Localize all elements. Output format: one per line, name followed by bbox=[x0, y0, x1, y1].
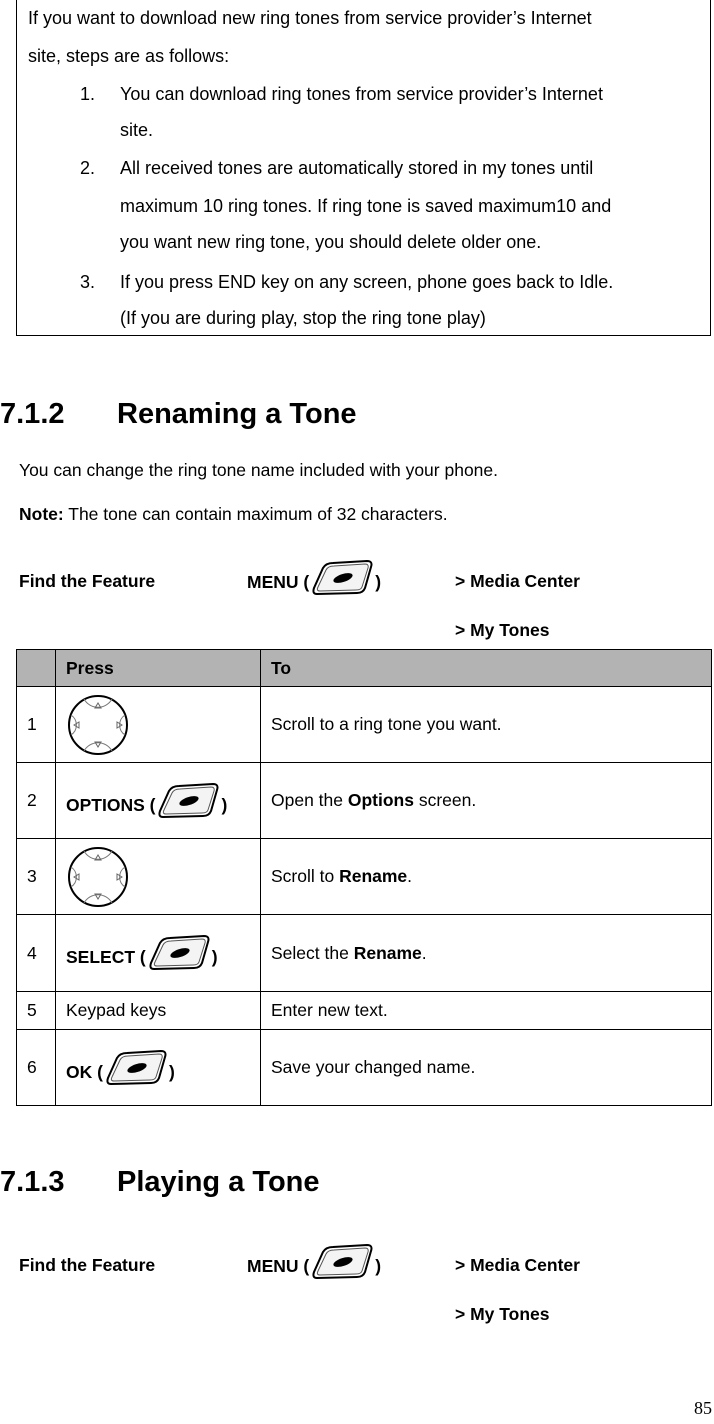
step-number: 3 bbox=[16, 838, 56, 915]
menu-close: ) bbox=[375, 572, 382, 592]
press-text: OPTIONS ( bbox=[66, 794, 156, 815]
navigation-key-icon bbox=[66, 693, 130, 757]
intro-step-2-line-2: maximum 10 ring tones. If ring tone is s… bbox=[120, 196, 612, 216]
table-row: 2 OPTIONS () Open the Options screen. bbox=[16, 762, 712, 839]
rename-steps-table: Press To 1 Scroll to a ring tone you wan… bbox=[16, 649, 712, 1106]
header-press: Press bbox=[55, 649, 261, 687]
menu-label: MENU ( bbox=[247, 572, 310, 592]
note-label: Note: bbox=[19, 504, 64, 524]
section-heading-playing: 7.1.3 Playing a Tone bbox=[0, 1166, 320, 1199]
to-text: Save your changed name. bbox=[271, 1057, 476, 1077]
table-row: 4 SELECT () Select the Rename. bbox=[16, 914, 712, 992]
step-number: 1 bbox=[16, 686, 56, 763]
table-row: 5 Keypad keys Enter new text. bbox=[16, 991, 712, 1030]
intro-step-3-line-2: (If you are during play, stop the ring t… bbox=[120, 308, 486, 328]
soft-key-icon bbox=[146, 935, 212, 971]
intro-line-1: If you want to download new ring tones f… bbox=[28, 8, 592, 28]
press-text: OK ( bbox=[66, 1061, 103, 1082]
section-heading-renaming: 7.1.2 Renaming a Tone bbox=[0, 398, 357, 431]
press-close: ) bbox=[221, 794, 228, 815]
menu-key-instruction: MENU () bbox=[247, 560, 381, 596]
soft-key-icon bbox=[309, 560, 375, 596]
intro-step-2-number: 2. bbox=[80, 158, 96, 178]
soft-key-icon bbox=[103, 1050, 169, 1086]
menu-path-my-tones: > My Tones bbox=[455, 620, 550, 640]
to-cell: Scroll to Rename. bbox=[260, 838, 712, 915]
press-cell: OK () bbox=[55, 1029, 261, 1106]
intro-line-2: site, steps are as follows: bbox=[28, 46, 230, 66]
table-row: 6 OK () Save your changed name. bbox=[16, 1029, 712, 1106]
to-cell: Open the Options screen. bbox=[260, 762, 712, 839]
to-text: Open the bbox=[271, 790, 348, 810]
intro-step-2-line-3: you want new ring tone, you should delet… bbox=[120, 232, 542, 252]
to-text: Scroll to bbox=[271, 866, 340, 886]
to-text: Select the bbox=[271, 942, 354, 963]
menu-path-my-tones: > My Tones bbox=[455, 1304, 550, 1324]
to-text: Enter new text. bbox=[271, 1000, 388, 1020]
table-header-row: Press To bbox=[16, 649, 712, 687]
find-feature-label: Find the Feature bbox=[19, 1255, 156, 1275]
to-bold-text: Options bbox=[347, 790, 414, 810]
find-feature-label: Find the Feature bbox=[19, 571, 156, 591]
section-description: You can change the ring tone name includ… bbox=[19, 460, 499, 480]
section-title: Renaming a Tone bbox=[117, 398, 357, 430]
to-bold-text: Rename bbox=[353, 942, 422, 963]
to-text-end: . bbox=[421, 942, 427, 963]
to-cell: Scroll to a ring tone you want. bbox=[260, 686, 712, 763]
to-text-end: . bbox=[407, 866, 413, 886]
press-cell: OPTIONS () bbox=[55, 762, 261, 839]
press-cell: Keypad keys bbox=[55, 991, 261, 1030]
press-close: ) bbox=[168, 1061, 175, 1082]
section-number: 7.1.3 bbox=[0, 1166, 65, 1198]
intro-step-1-line-2: site. bbox=[120, 120, 154, 140]
note-body: The tone can contain maximum of 32 chara… bbox=[63, 504, 448, 524]
press-cell: SELECT () bbox=[55, 914, 261, 992]
menu-path-media-center: > Media Center bbox=[455, 1255, 580, 1275]
navigation-key-icon bbox=[66, 845, 130, 909]
to-cell: Select the Rename. bbox=[260, 914, 712, 992]
step-number: 4 bbox=[16, 914, 56, 992]
intro-step-3-number: 3. bbox=[80, 272, 96, 292]
table-row: 1 Scroll to a ring tone you want. bbox=[16, 686, 712, 763]
press-text: SELECT ( bbox=[66, 947, 146, 967]
to-cell: Save your changed name. bbox=[260, 1029, 712, 1106]
menu-close: ) bbox=[375, 1256, 382, 1276]
press-cell bbox=[55, 838, 261, 915]
to-text-end: screen. bbox=[413, 790, 477, 810]
soft-key-icon bbox=[309, 1244, 375, 1280]
to-bold-text: Rename bbox=[339, 866, 408, 886]
press-cell bbox=[55, 686, 261, 763]
step-number: 5 bbox=[16, 991, 56, 1030]
press-close: ) bbox=[211, 947, 218, 967]
soft-key-icon bbox=[155, 783, 221, 819]
menu-label: MENU ( bbox=[247, 1256, 310, 1276]
to-cell: Enter new text. bbox=[260, 991, 712, 1030]
section-number: 7.1.2 bbox=[0, 398, 65, 430]
step-number: 2 bbox=[16, 762, 56, 839]
menu-path-media-center: > Media Center bbox=[455, 571, 580, 591]
to-text: Scroll to a ring tone you want. bbox=[271, 714, 502, 734]
intro-step-2-line-1: All received tones are automatically sto… bbox=[120, 158, 594, 178]
intro-step-1-number: 1. bbox=[80, 84, 96, 104]
header-to: To bbox=[260, 649, 712, 687]
menu-key-instruction: MENU () bbox=[247, 1244, 381, 1280]
header-number bbox=[16, 649, 56, 687]
note-text: Note: The tone can contain maximum of 32… bbox=[19, 504, 448, 525]
step-number: 6 bbox=[16, 1029, 56, 1106]
intro-step-1-line-1: You can download ring tones from service… bbox=[120, 84, 603, 104]
page-number: 85 bbox=[694, 1398, 712, 1418]
section-title: Playing a Tone bbox=[117, 1166, 320, 1198]
table-row: 3 Scroll to Rename. bbox=[16, 838, 712, 915]
intro-step-3-line-1: If you press END key on any screen, phon… bbox=[120, 272, 614, 292]
